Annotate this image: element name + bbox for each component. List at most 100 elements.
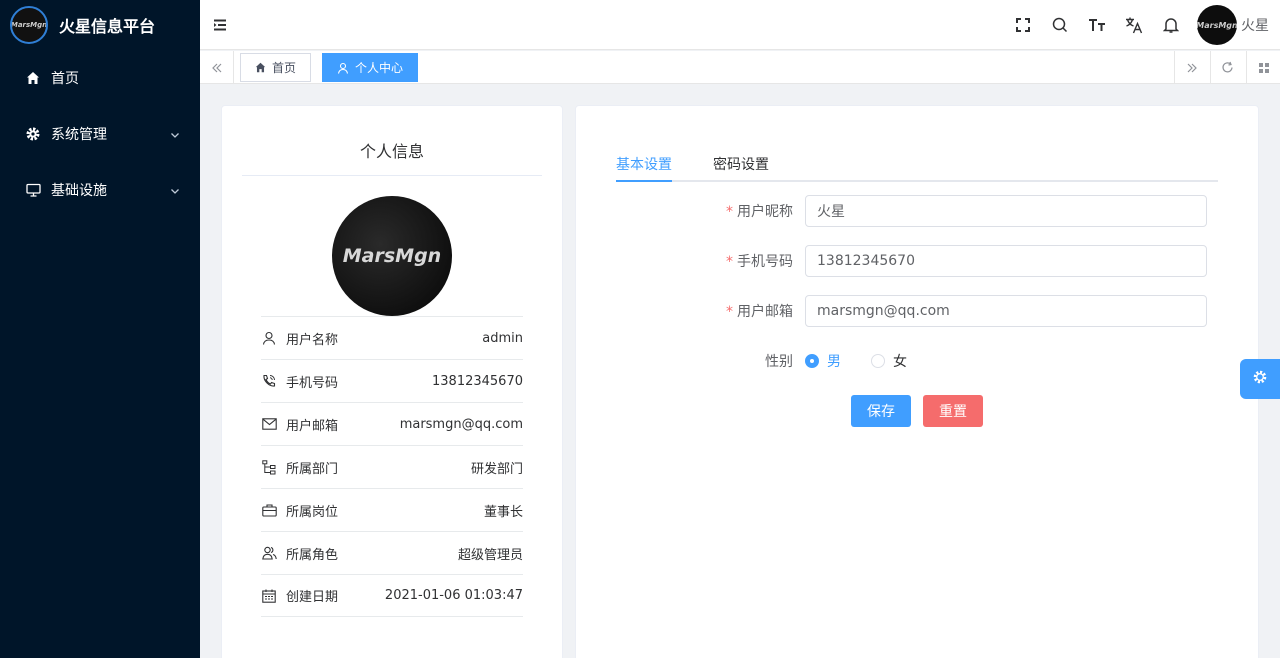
brand[interactable]: MarsMgn 火星信息平台 xyxy=(0,0,200,50)
user-icon xyxy=(337,62,349,74)
gender-row: 性别 男 女 xyxy=(616,345,1218,377)
gender-label: 性别 xyxy=(765,354,793,370)
avatar-text: MarsMgn xyxy=(342,245,442,267)
list-item: 用户邮箱 marsmgn@qq.com xyxy=(261,402,523,445)
sidebar-item-home[interactable]: 首页 xyxy=(0,50,200,106)
nickname-input[interactable] xyxy=(805,195,1207,227)
info-label: 手机号码 xyxy=(286,375,339,391)
gender-radio-female[interactable]: 女 xyxy=(871,351,907,371)
user-name[interactable]: 火星 xyxy=(1241,15,1269,35)
profile-info-list: 用户名称 admin 手机号码 13812345670 用户邮箱 marsmgn… xyxy=(261,316,523,617)
info-value: marsmgn@qq.com xyxy=(399,416,523,432)
email-input[interactable] xyxy=(805,295,1207,327)
scroll-right-icon[interactable] xyxy=(1174,51,1208,84)
tab-password-settings[interactable]: 密码设置 xyxy=(713,154,769,182)
radio-unselected[interactable] xyxy=(871,354,885,368)
info-value: 董事长 xyxy=(483,504,523,520)
required-mark: * xyxy=(726,204,733,220)
phone-row: * 手机号码 xyxy=(616,245,1218,277)
radio-selected[interactable] xyxy=(805,354,819,368)
scroll-left-icon[interactable] xyxy=(200,51,234,84)
font-size-icon[interactable] xyxy=(1078,0,1115,50)
home-icon xyxy=(25,70,41,86)
tab-home[interactable]: 首页 xyxy=(240,53,312,82)
nickname-label: * 用户昵称 xyxy=(616,201,805,221)
phone-input[interactable] xyxy=(805,245,1207,277)
tab-basic-settings[interactable]: 基本设置 xyxy=(616,154,672,182)
sidebar-item-system[interactable]: 系统管理 xyxy=(0,106,200,162)
monitor-icon xyxy=(25,182,41,198)
navbar: MarsMgn 火星 xyxy=(200,0,1280,50)
tab-profile[interactable]: 个人中心 xyxy=(322,53,419,82)
hamburger-icon[interactable] xyxy=(212,17,228,37)
tree-icon xyxy=(261,459,277,475)
info-label: 创建日期 xyxy=(286,590,339,605)
app-logo: MarsMgn xyxy=(10,6,48,44)
info-label: 用户邮箱 xyxy=(286,418,339,434)
list-item: 所属部门 研发部门 xyxy=(261,445,523,488)
info-label: 所属角色 xyxy=(286,547,339,563)
tags-bar: 首页 个人中心 xyxy=(200,51,1280,84)
avatar-text: MarsMgn xyxy=(1197,20,1237,30)
active-tab-indicator xyxy=(616,180,672,182)
list-item: 用户名称 admin xyxy=(261,316,523,359)
calendar-icon xyxy=(261,588,277,604)
chevron-down-icon xyxy=(170,128,180,144)
chevron-down-icon xyxy=(170,184,180,200)
info-label: 所属岗位 xyxy=(286,504,339,520)
sidebar-item-label: 首页 xyxy=(51,71,79,87)
required-mark: * xyxy=(726,304,733,320)
gear-icon xyxy=(1252,369,1268,389)
nickname-row: * 用户昵称 xyxy=(616,195,1218,227)
briefcase-icon xyxy=(261,502,277,518)
avatar[interactable]: MarsMgn xyxy=(1197,5,1237,45)
profile-avatar[interactable]: MarsMgn xyxy=(332,196,452,316)
info-value: 2021-01-06 01:03:47 xyxy=(384,588,523,603)
reset-button[interactable]: 重置 xyxy=(923,395,983,427)
refresh-icon[interactable] xyxy=(1210,51,1244,84)
info-label: 所属部门 xyxy=(286,461,339,477)
radio-label: 男 xyxy=(827,354,841,370)
grid-icon[interactable] xyxy=(1246,51,1280,84)
phone-icon xyxy=(261,373,277,389)
sidebar-item-infrastructure[interactable]: 基础设施 xyxy=(0,162,200,218)
label-text: 用户邮箱 xyxy=(737,304,793,320)
user-icon xyxy=(261,330,277,346)
card-title: 个人信息 xyxy=(359,142,424,161)
home-icon xyxy=(255,62,266,73)
save-button[interactable]: 保存 xyxy=(851,395,911,427)
gender-radio-male[interactable]: 男 xyxy=(805,351,841,371)
gear-icon xyxy=(25,126,41,142)
bell-icon[interactable] xyxy=(1152,0,1189,50)
sidebar-item-label: 系统管理 xyxy=(51,127,107,143)
users-icon xyxy=(261,545,277,561)
profile-card: 个人信息 MarsMgn 用户名称 admin 手机号码 13812345670… xyxy=(221,105,563,658)
info-value: 超级管理员 xyxy=(457,547,523,563)
label-text: 手机号码 xyxy=(737,254,793,270)
settings-card: 基本设置 密码设置 *用户昵称 *手机号码 *用户邮箱 性别 男 女 保存 重置 xyxy=(575,105,1259,658)
app-title: 火星信息平台 xyxy=(59,17,156,36)
info-label: 用户名称 xyxy=(286,332,339,348)
settings-tabs: 基本设置 密码设置 xyxy=(616,150,1218,182)
search-icon[interactable] xyxy=(1041,0,1078,50)
divider xyxy=(242,175,542,176)
label-text: 用户昵称 xyxy=(737,204,793,220)
theme-settings-button[interactable] xyxy=(1240,359,1280,399)
info-value: 13812345670 xyxy=(432,373,523,389)
email-label: * 用户邮箱 xyxy=(616,301,805,321)
email-row: * 用户邮箱 xyxy=(616,295,1218,327)
logo-text: MarsMgn xyxy=(10,21,48,29)
phone-label: * 手机号码 xyxy=(616,251,805,271)
translate-icon[interactable] xyxy=(1115,0,1152,50)
list-item: 所属岗位 董事长 xyxy=(261,488,523,531)
required-mark: * xyxy=(726,254,733,270)
tag-label: 个人中心 xyxy=(355,61,404,75)
list-item: 手机号码 13812345670 xyxy=(261,359,523,402)
info-value: 研发部门 xyxy=(470,461,523,477)
sidebar-item-label: 基础设施 xyxy=(51,183,107,199)
tag-label: 首页 xyxy=(272,61,297,75)
list-item: 创建日期 2021-01-06 01:03:47 xyxy=(261,574,523,617)
info-value: admin xyxy=(482,330,523,346)
fullscreen-icon[interactable] xyxy=(1004,0,1041,50)
radio-label: 女 xyxy=(893,354,907,370)
